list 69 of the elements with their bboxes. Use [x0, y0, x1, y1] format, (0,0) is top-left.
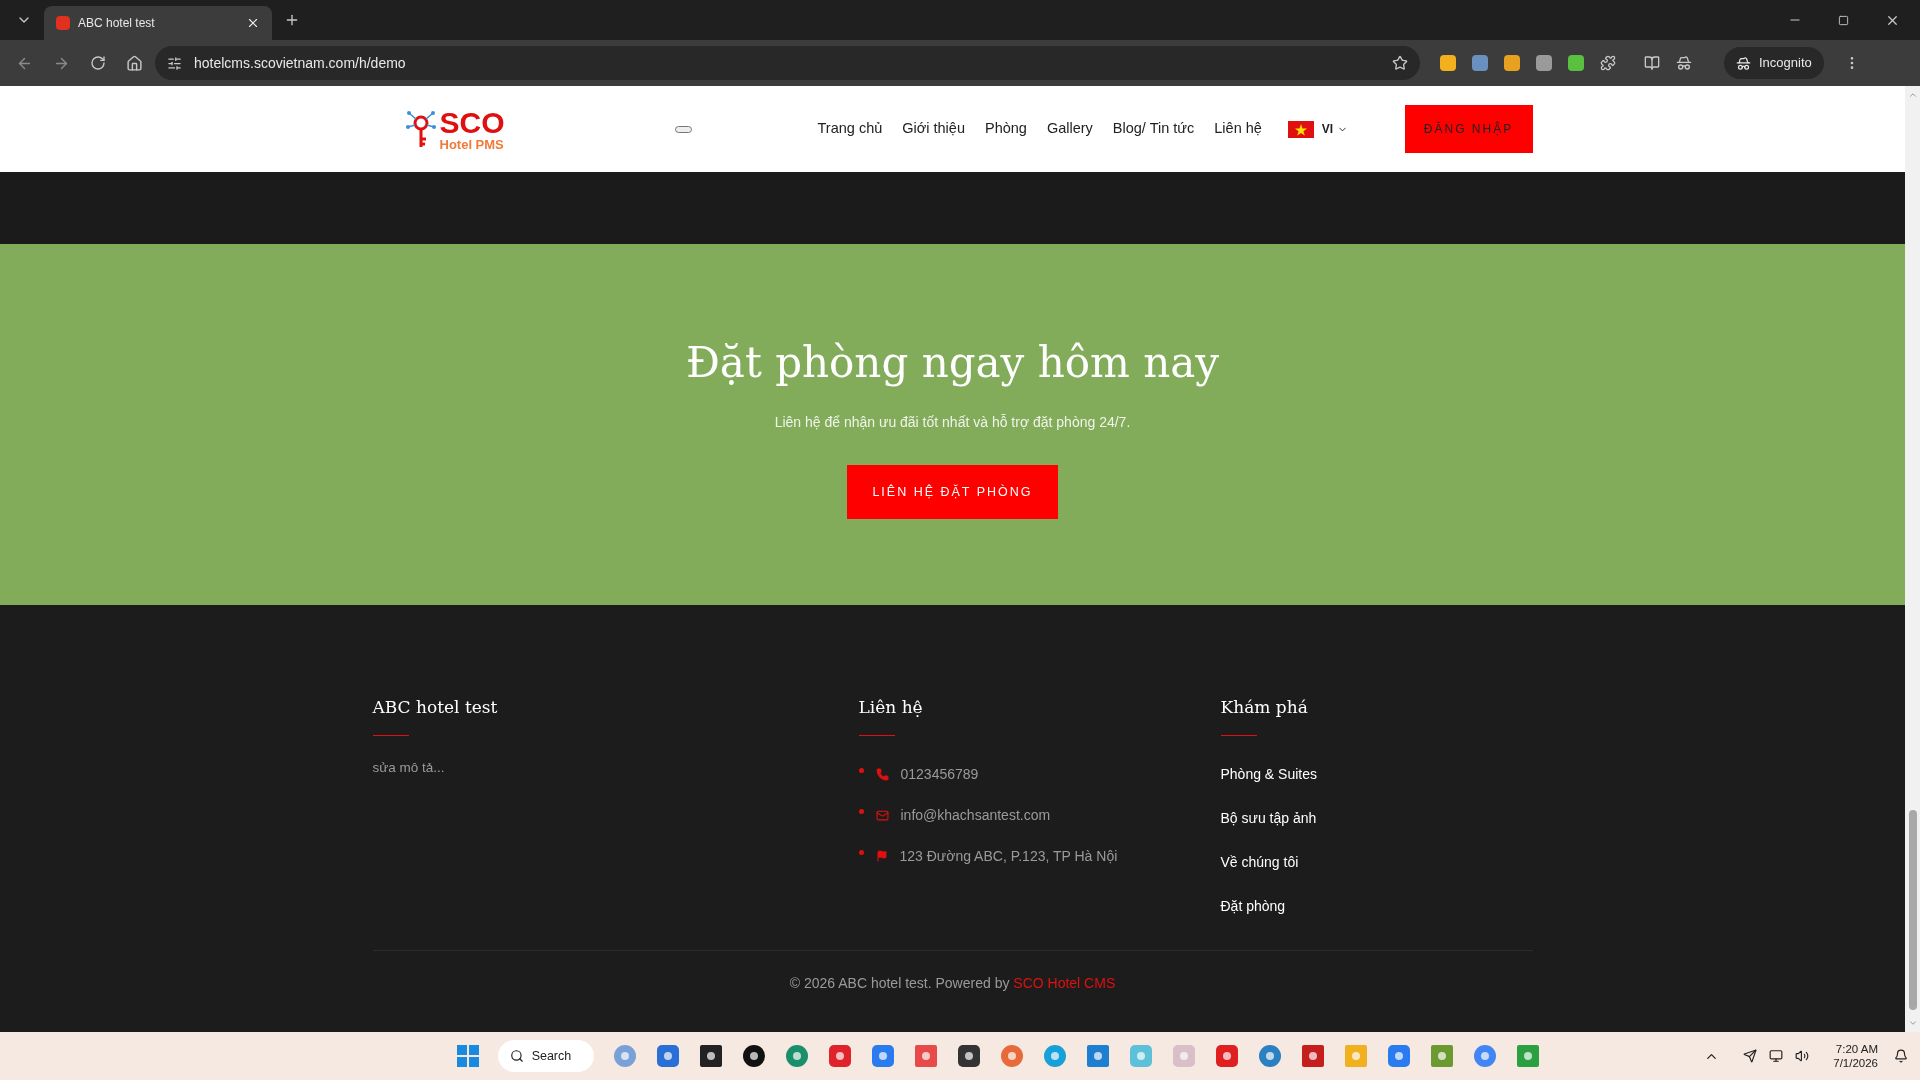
new-tab-icon[interactable]: [284, 12, 300, 28]
mail-icon: [875, 808, 889, 822]
footer-description: sửa mô tả...: [372, 758, 446, 777]
clock-time[interactable]: 7:20 AM: [1835, 1041, 1878, 1056]
key-logo-icon: [405, 109, 436, 149]
copyright-text: © 2026 ABC hotel test. Powered by SCO Hotel CMS: [789, 973, 1116, 993]
extension-icon[interactable]: [1440, 55, 1456, 71]
nav-link[interactable]: Giới thiệu: [902, 118, 965, 140]
search-icon: [509, 1049, 524, 1063]
logo-text: SCO: [439, 107, 505, 138]
contact-text: 0123456789: [900, 764, 979, 784]
extension-icon[interactable]: [1536, 55, 1552, 71]
language-selector[interactable]: VI: [1287, 120, 1349, 138]
phone-icon: [875, 767, 889, 781]
favicon-icon: [56, 16, 70, 30]
start-icon[interactable]: [456, 1045, 479, 1067]
network-icon[interactable]: [1769, 1049, 1784, 1063]
scroll-up-icon[interactable]: [1907, 90, 1918, 100]
app-icon[interactable]: [741, 1044, 766, 1068]
login-button[interactable]: ĐĂNG NHẬP: [1404, 105, 1533, 153]
close-tab-icon[interactable]: [246, 16, 260, 30]
cms-link[interactable]: SCO Hotel CMS: [1013, 974, 1116, 991]
address-field[interactable]: hotelcms.scovietnam.com/h/demo: [155, 46, 1420, 80]
maximize-icon[interactable]: [1838, 14, 1849, 26]
search-field[interactable]: Search: [497, 1040, 594, 1072]
footer-link[interactable]: Về chúng tôi: [1220, 853, 1299, 870]
bullet-icon: [858, 767, 864, 773]
nav-link[interactable]: Blog/ Tin tức: [1112, 118, 1195, 140]
bullet-icon: [858, 808, 864, 814]
footer-link[interactable]: Bộ sưu tập ảnh: [1220, 809, 1317, 826]
footer-heading: Liên hệ: [858, 696, 924, 719]
bookmark-icon[interactable]: [1392, 55, 1408, 71]
scrollbar-thumb[interactable]: [1908, 810, 1917, 1010]
volume-icon[interactable]: [1795, 1049, 1810, 1063]
nav-link[interactable]: Liên hệ: [1214, 118, 1262, 140]
bullet-icon: [858, 849, 864, 855]
reload-icon[interactable]: [90, 55, 106, 71]
home-icon[interactable]: [126, 54, 143, 72]
toggle-icon[interactable]: [674, 125, 692, 133]
flag-icon: [875, 850, 888, 862]
notification-icon[interactable]: [1894, 1049, 1908, 1063]
footer-heading: ABC hotel test: [372, 696, 499, 719]
banner-subtitle: Liên hệ để nhận ưu đãi tốt nhất và hỗ trợ đặt phòng 24/7.: [774, 413, 1131, 432]
extension-icon[interactable]: [1472, 55, 1488, 71]
footer-link[interactable]: Phòng & Suites: [1220, 765, 1317, 782]
vietnam-flag-icon: [1287, 120, 1314, 138]
site-settings-icon[interactable]: [167, 55, 182, 71]
app-icon[interactable]: [698, 1044, 723, 1068]
app-icon[interactable]: [956, 1044, 981, 1068]
extension-icon[interactable]: [1568, 55, 1584, 71]
contact-booking-button[interactable]: LIÊN HỆ ĐẶT PHÒNG: [847, 465, 1058, 519]
extensions-icon[interactable]: [1600, 55, 1616, 71]
profile-button[interactable]: Incognito: [1724, 47, 1824, 79]
footer-link[interactable]: Đặt phòng: [1220, 897, 1286, 914]
nav-link[interactable]: Gallery: [1046, 118, 1093, 140]
browser-tab[interactable]: ABC hotel test: [44, 6, 272, 40]
scroll-down-icon[interactable]: [1907, 1018, 1918, 1028]
location-icon[interactable]: [1743, 1049, 1758, 1063]
incognito-icon: [1736, 55, 1751, 71]
logo-subtitle: Hotel PMS: [439, 137, 505, 151]
nav-link[interactable]: Phòng: [984, 118, 1027, 140]
extension-icon[interactable]: [1504, 55, 1520, 71]
reading-mode-icon[interactable]: [1644, 55, 1660, 71]
footer-heading: Khám phá: [1220, 696, 1309, 719]
contact-text: 123 Đường ABC, P.123, TP Hà Nội: [899, 846, 1118, 866]
incognito-icon: [1676, 55, 1692, 71]
nav-link[interactable]: Trang chủ: [817, 118, 883, 140]
contact-text: info@khachsantest.com: [900, 805, 1051, 825]
clock-date[interactable]: 7/1/2026: [1833, 1056, 1878, 1071]
